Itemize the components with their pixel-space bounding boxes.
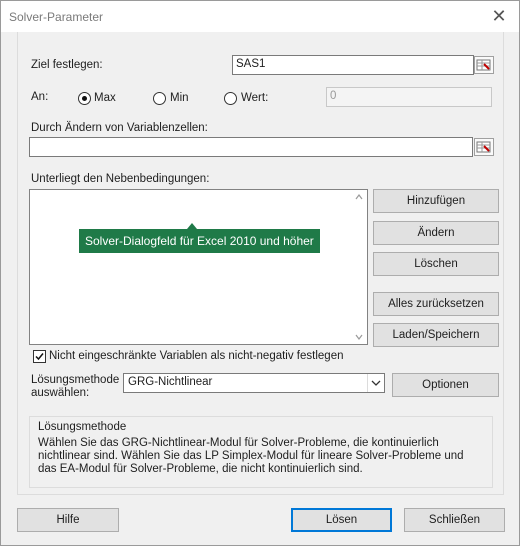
method-description: Wählen Sie das GRG-Nichtlinear-Modul für…: [38, 437, 464, 475]
title-bar: Solver-Parameter ✕: [1, 1, 519, 32]
method-description-group: Lösungsmethode Wählen Sie das GRG-Nichtl…: [29, 416, 493, 488]
variables-input[interactable]: [29, 137, 473, 157]
radio-min-label: Min: [170, 92, 189, 104]
method-selected: GRG-Nichtlinear: [128, 376, 213, 388]
objective-input[interactable]: SAS1: [232, 55, 474, 75]
delete-constraint-button[interactable]: Löschen: [373, 252, 499, 276]
range-selector-icon[interactable]: [474, 138, 494, 156]
value-input[interactable]: 0: [326, 87, 492, 107]
close-icon[interactable]: ✕: [489, 6, 509, 26]
help-button[interactable]: Hilfe: [17, 508, 119, 532]
to-label: An:: [31, 91, 49, 103]
chevron-down-icon[interactable]: [367, 374, 384, 392]
variables-label: Durch Ändern von Variablenzellen:: [31, 122, 208, 134]
close-button[interactable]: Schließen: [404, 508, 505, 532]
radio-max-label: Max: [94, 92, 116, 104]
checkmark-icon: [35, 353, 44, 361]
constraints-list[interactable]: Solver-Dialogfeld für Excel 2010 und höh…: [29, 189, 368, 345]
change-constraint-button[interactable]: Ändern: [373, 221, 499, 245]
add-constraint-button[interactable]: Hinzufügen: [373, 189, 499, 213]
radio-value[interactable]: [224, 92, 237, 105]
method-label-line1: Lösungsmethode: [31, 374, 120, 386]
objective-label: Ziel festlegen:: [31, 59, 103, 71]
nonnegative-checkbox[interactable]: [33, 350, 46, 363]
range-selector-icon[interactable]: [474, 56, 494, 74]
constraints-label: Unterliegt den Nebenbedingungen:: [31, 173, 210, 185]
solver-dialog: Solver-Parameter ✕ Ziel festlegen: SAS1 …: [0, 0, 520, 546]
radio-min[interactable]: [153, 92, 166, 105]
load-save-button[interactable]: Laden/Speichern: [373, 323, 499, 347]
method-select[interactable]: GRG-Nichtlinear: [123, 373, 385, 393]
tooltip-callout: Solver-Dialogfeld für Excel 2010 und höh…: [79, 223, 320, 253]
radio-max[interactable]: [78, 92, 91, 105]
nonnegative-label: Nicht eingeschränkte Variablen als nicht…: [49, 350, 344, 362]
group-title: Lösungsmethode: [38, 421, 127, 433]
reset-all-button[interactable]: Alles zurücksetzen: [373, 292, 499, 316]
radio-value-label: Wert:: [241, 92, 269, 104]
options-button[interactable]: Optionen: [392, 373, 499, 397]
window-title: Solver-Parameter: [9, 10, 104, 24]
list-scrollbar[interactable]: [351, 190, 367, 344]
solve-button[interactable]: Lösen: [291, 508, 392, 532]
method-label-line2: auswählen:: [31, 387, 90, 399]
